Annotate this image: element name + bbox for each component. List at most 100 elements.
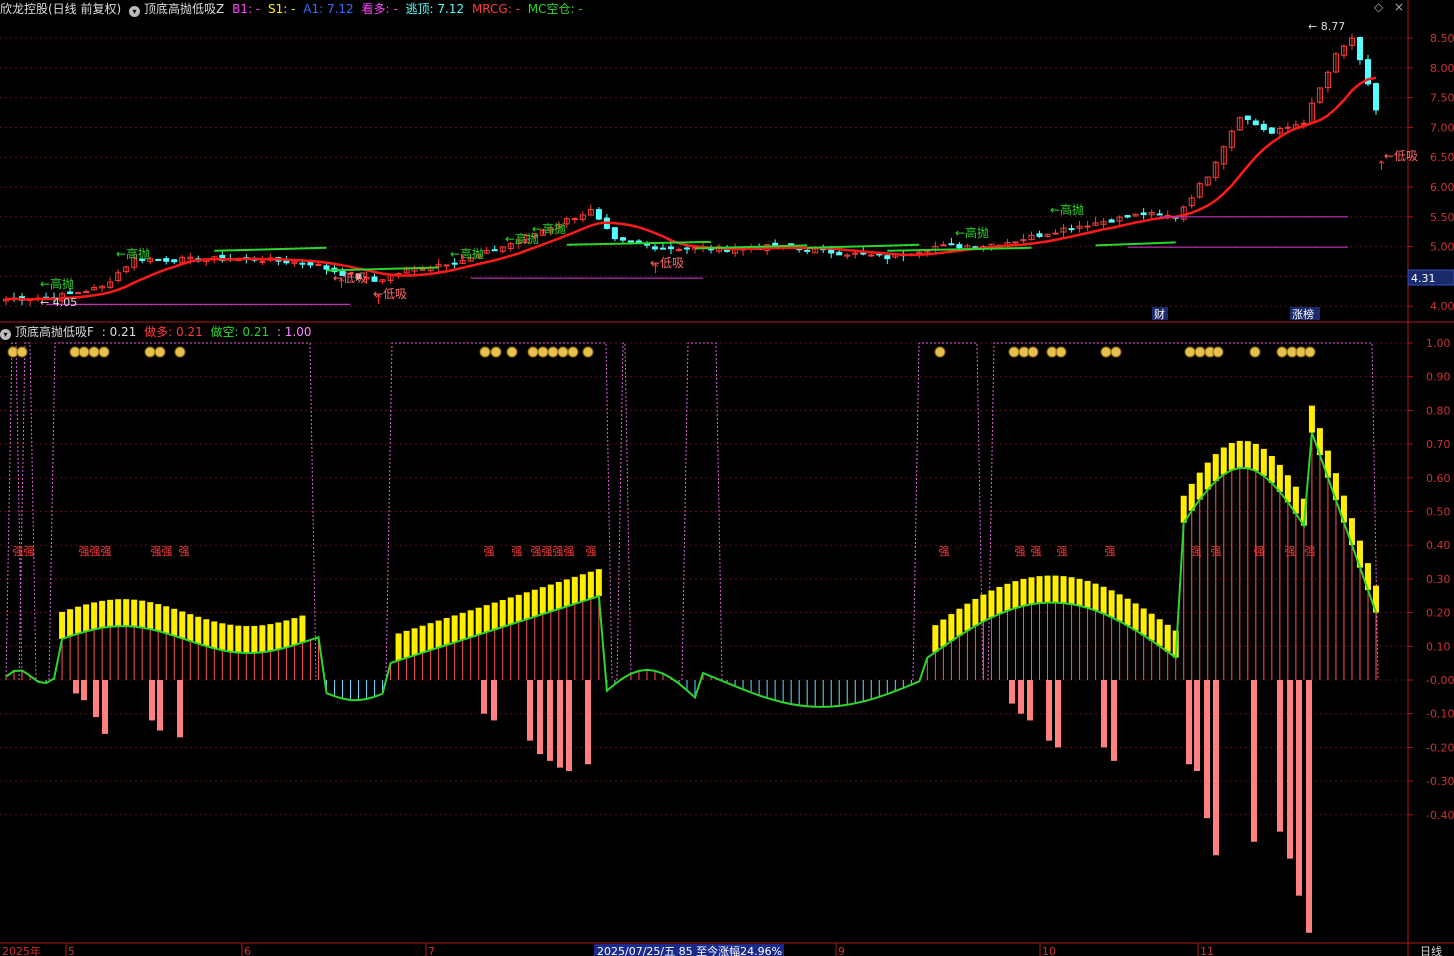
yellow-bar xyxy=(467,610,474,638)
strong-label: 强 xyxy=(542,545,553,558)
candle-body xyxy=(683,247,690,250)
pink-bar xyxy=(1027,680,1033,721)
yellow-bar xyxy=(443,618,450,645)
yellow-bar xyxy=(155,604,162,632)
yellow-bar xyxy=(1212,454,1219,482)
yellow-bar xyxy=(587,571,594,599)
pink-bar xyxy=(1204,680,1210,819)
yellow-bar xyxy=(1004,583,1011,611)
yellow-bar xyxy=(75,606,82,634)
strong-label: 强 xyxy=(939,545,950,558)
yellow-bar xyxy=(171,608,178,636)
money-bag-icon xyxy=(567,346,579,358)
candle-body xyxy=(1036,233,1043,237)
strong-label: 强 xyxy=(24,545,35,558)
b1-value: B1: - xyxy=(232,2,261,16)
strong-label: 强 xyxy=(179,545,190,558)
candle-body xyxy=(884,255,891,260)
chevron-down-icon[interactable]: ▾ xyxy=(129,6,141,17)
low-buy-arrow: ↑ xyxy=(373,293,384,308)
yellow-bar xyxy=(547,584,554,612)
candle-body xyxy=(371,276,378,282)
candle-body xyxy=(595,209,602,220)
candle-body xyxy=(1373,83,1379,111)
chart-canvas[interactable]: 8.508.007.507.006.506.005.505.004.504.00… xyxy=(0,0,1454,956)
yellow-bar xyxy=(1020,578,1027,606)
yellow-bar xyxy=(403,630,410,658)
yellow-bar xyxy=(251,625,258,653)
yellow-bar xyxy=(1252,443,1259,471)
yellow-bar xyxy=(1092,583,1099,611)
yellow-bar xyxy=(395,633,402,661)
yellow-bar xyxy=(1204,462,1211,490)
candle-body xyxy=(627,240,634,243)
pink-bar xyxy=(157,680,163,731)
indicator-name[interactable]: 顶底高抛低吸Z xyxy=(144,2,224,16)
yellow-bar xyxy=(555,582,562,609)
yellow-bar xyxy=(491,602,498,630)
money-bag-icon xyxy=(557,346,569,358)
strong-label: 强 xyxy=(553,545,564,558)
pink-bar xyxy=(1101,680,1107,748)
money-bag-icon xyxy=(1055,346,1067,358)
yellow-bar xyxy=(99,600,106,628)
yellow-bar xyxy=(475,607,482,635)
sub-tick-label: 0.90 xyxy=(1426,371,1451,384)
pink-bar xyxy=(1277,680,1283,832)
pink-bar xyxy=(1055,680,1061,748)
candle-body xyxy=(659,247,666,250)
candle-body xyxy=(940,244,947,247)
yellow-bar xyxy=(451,615,458,643)
price-tick-label: 5.50 xyxy=(1430,211,1454,224)
money-bag-icon xyxy=(479,346,491,358)
yellow-bar xyxy=(1036,576,1043,604)
yellow-bar xyxy=(1108,590,1115,618)
candle-body xyxy=(491,249,498,252)
sub-tick-label: 1.00 xyxy=(1426,337,1451,350)
sub-tick-label: -0.10 xyxy=(1426,708,1454,721)
pink-bar xyxy=(1194,680,1200,771)
yellow-bar xyxy=(595,569,602,597)
candle-body xyxy=(1268,127,1275,134)
strong-label: 强 xyxy=(586,545,597,558)
low-buy-arrow: ↑ xyxy=(650,262,661,277)
money-bag-icon xyxy=(537,346,549,358)
yellow-bar xyxy=(1140,608,1147,636)
close-icon[interactable]: × xyxy=(1394,0,1404,14)
candle-body xyxy=(1140,212,1147,216)
mrcg-value: MRCG: - xyxy=(471,2,520,16)
candle-body xyxy=(443,264,450,267)
pink-bar xyxy=(1111,680,1117,761)
yellow-bar xyxy=(964,603,971,631)
candle-body xyxy=(1052,232,1059,235)
ma-line-red xyxy=(5,76,1377,301)
strong-label: 强 xyxy=(512,545,523,558)
pink-bar xyxy=(93,680,99,718)
yellow-bar xyxy=(1076,578,1083,606)
yellow-bar xyxy=(956,608,963,636)
low-buy-arrow: ↑ xyxy=(336,277,347,292)
yellow-bar xyxy=(1068,577,1075,605)
diamond-icon[interactable]: ◇ xyxy=(1374,0,1383,14)
candle-body xyxy=(852,252,859,255)
yellow-bar xyxy=(131,599,138,627)
yellow-bar xyxy=(147,602,154,630)
candle-body xyxy=(315,264,322,267)
low-price-label: ← 4.05 xyxy=(40,296,77,309)
stock-title[interactable]: 欣龙控股(日线 前复权) xyxy=(0,2,121,16)
kanduo-value: 看多: - xyxy=(361,2,398,16)
pink-bar xyxy=(177,680,183,738)
pink-bar xyxy=(1009,680,1015,704)
sub-indicator-name[interactable]: 顶底高抛低吸F xyxy=(15,325,94,339)
chevron-down-icon-sub[interactable]: ▾ xyxy=(0,329,11,340)
yellow-bar xyxy=(1164,624,1171,652)
yellow-bar xyxy=(1084,580,1091,608)
money-bag-icon xyxy=(1276,346,1288,358)
sub-tick-label: 0.80 xyxy=(1426,404,1451,417)
price-tick-label: 6.50 xyxy=(1430,151,1454,164)
candle-body xyxy=(83,291,90,294)
sub-tick-label: 0.60 xyxy=(1426,472,1451,485)
money-bag-icon xyxy=(1110,346,1122,358)
yellow-bar xyxy=(1052,575,1059,603)
yellow-bar xyxy=(299,615,306,643)
